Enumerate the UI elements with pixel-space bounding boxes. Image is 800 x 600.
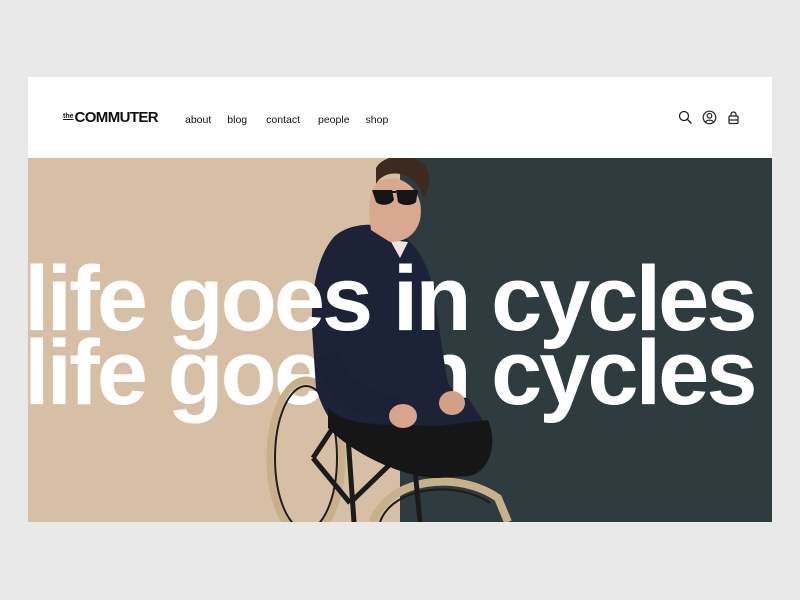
nav-contact[interactable]: contact [266,114,300,126]
nav-about[interactable]: about [185,114,211,126]
search-icon[interactable] [678,110,693,125]
person-head [369,158,430,242]
hero-headline: life goes in cycles [28,248,757,350]
logo[interactable]: the COMMUTER [63,109,159,126]
hero-section: life goes in cycles [28,158,772,522]
header-icons [678,110,741,125]
nav-shop[interactable]: shop [366,114,389,126]
logo-prefix: the [63,113,74,120]
bicycle-front-wheel [369,477,512,522]
account-icon[interactable] [702,110,717,125]
logo-name: COMMUTER [74,109,159,126]
site-header: the COMMUTER about blog contact people s… [28,77,772,158]
bag-icon[interactable] [726,110,741,125]
nav-blog[interactable]: blog [227,114,247,126]
nav-people[interactable]: people [318,114,350,126]
main-nav: about blog contact people shop [185,114,388,126]
page-card: the COMMUTER about blog contact people s… [28,77,772,522]
